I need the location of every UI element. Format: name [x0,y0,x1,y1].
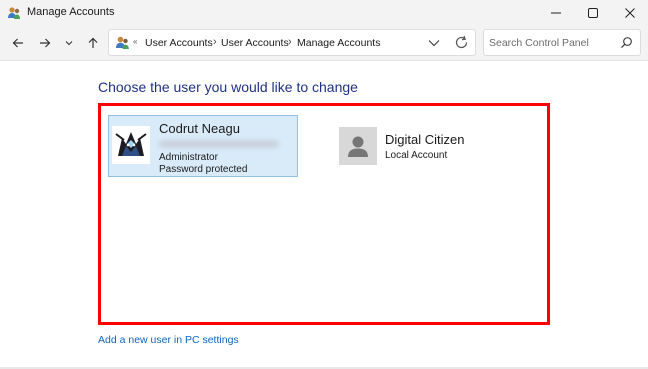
user-name: Digital Citizen [385,132,465,147]
title-bar: Manage Accounts [0,0,648,26]
user-password-status: Password protected [159,164,248,175]
back-arrow-icon [12,38,23,48]
control-panel-user-icon [116,36,129,49]
overflow-marker[interactable]: « [133,37,137,46]
minimize-icon [551,12,561,14]
divider [0,60,648,61]
address-bar[interactable]: « User Accounts › User Accounts › Manage… [108,29,476,56]
user-name: Codrut Neagu [159,121,240,136]
window-title: Manage Accounts [27,6,115,18]
user-card-digital-citizen[interactable]: Digital Citizen Local Account [338,126,498,166]
recent-locations-chevron-icon [65,41,73,46]
maximize-button[interactable] [575,0,611,26]
up-arrow-icon [88,37,98,48]
search-box[interactable] [483,29,641,56]
navigation-bar: « User Accounts › User Accounts › Manage… [0,26,648,60]
close-button[interactable] [612,0,648,26]
breadcrumb-separator[interactable]: › [288,36,292,48]
refresh-icon[interactable] [454,35,469,50]
maximize-icon [588,8,598,18]
page-title: Choose the user you would like to change [98,79,358,95]
forward-arrow-icon [40,38,51,48]
minimize-button[interactable] [538,0,574,26]
blurred-email [159,140,279,148]
close-icon [625,8,635,18]
user-accounts-icon [8,7,20,19]
up-button[interactable] [83,34,103,52]
breadcrumb-manage-accounts[interactable]: Manage Accounts [297,37,380,49]
search-icon[interactable] [620,36,633,49]
recent-locations-button[interactable] [59,34,79,52]
back-button[interactable] [8,34,28,52]
default-user-avatar-icon [339,127,377,165]
breadcrumb-user-accounts-parent[interactable]: User Accounts [145,37,213,49]
user-role: Administrator [159,152,218,163]
user-card-codrut-neagu[interactable]: Codrut Neagu Administrator Password prot… [108,115,298,177]
search-input[interactable] [489,35,617,50]
breadcrumb-user-accounts[interactable]: User Accounts [221,37,289,49]
wolf-avatar-icon [112,126,150,164]
address-dropdown-chevron-icon[interactable] [427,37,441,49]
add-user-link[interactable]: Add a new user in PC settings [98,334,239,346]
breadcrumb-separator[interactable]: › [213,36,217,48]
forward-button[interactable] [35,34,55,52]
user-account-type: Local Account [385,150,448,161]
